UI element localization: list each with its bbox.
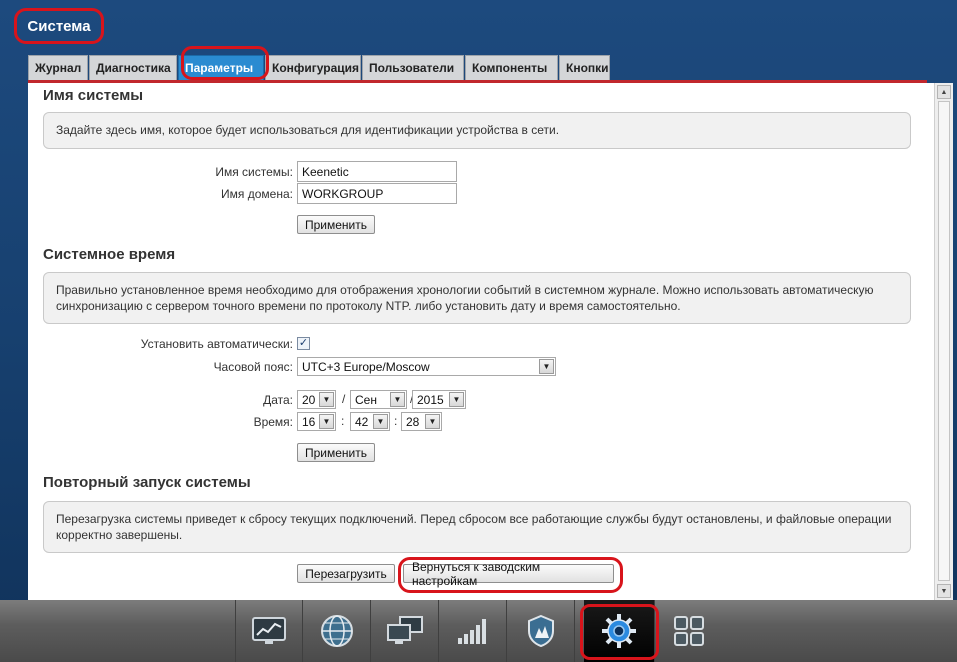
- tab-buttons[interactable]: Кнопки: [559, 55, 610, 80]
- apply-name-button[interactable]: Применить: [297, 215, 375, 234]
- time-separator: :: [341, 414, 345, 428]
- auto-time-checkbox[interactable]: ✓: [297, 337, 310, 350]
- nav-security[interactable]: [507, 600, 575, 662]
- year-select[interactable]: 2015 ▼: [412, 390, 466, 409]
- nav-system[interactable]: [584, 600, 655, 662]
- section-title-system-time: Системное время: [43, 246, 176, 263]
- tab-label: Диагностика: [96, 61, 171, 75]
- chevron-down-icon: ▼: [539, 359, 554, 374]
- tab-diagnostics[interactable]: Диагностика: [89, 55, 177, 80]
- scroll-down-arrow-icon[interactable]: ▼: [937, 584, 951, 598]
- page-title-text: Система: [27, 17, 91, 35]
- gear-icon: [602, 614, 636, 648]
- domain-name-label: Имя домена:: [221, 187, 293, 201]
- info-text: Перезагрузка системы приведет к сбросу т…: [56, 512, 892, 542]
- nav-monitor[interactable]: [235, 600, 303, 662]
- date-label: Дата:: [263, 393, 293, 407]
- month-value: Сен: [355, 392, 377, 407]
- nav-wifi[interactable]: [439, 600, 507, 662]
- chevron-down-icon: ▼: [390, 392, 405, 407]
- info-box-system-name: Задайте здесь имя, которое будет использ…: [43, 112, 911, 149]
- info-text: Правильно установленное время необходимо…: [56, 283, 874, 313]
- tab-parameters[interactable]: Параметры: [178, 55, 264, 80]
- info-box-restart: Перезагрузка системы приведет к сбросу т…: [43, 501, 911, 553]
- day-select[interactable]: 20 ▼: [297, 390, 336, 409]
- info-box-system-time: Правильно установленное время необходимо…: [43, 272, 911, 324]
- scrollbar-thumb[interactable]: [938, 101, 950, 581]
- tab-label: Конфигурация: [272, 61, 360, 75]
- second-select[interactable]: 28 ▼: [401, 412, 442, 431]
- network-computers-icon: [386, 616, 423, 644]
- tab-label: Кнопки: [566, 61, 609, 75]
- vertical-scrollbar[interactable]: ▲ ▼: [934, 83, 953, 600]
- nav-apps[interactable]: [655, 600, 723, 662]
- tab-configuration[interactable]: Конфигурация: [265, 55, 361, 80]
- auto-time-label: Установить автоматически:: [140, 337, 293, 351]
- day-value: 20: [302, 392, 316, 407]
- nav-home-network[interactable]: [371, 600, 439, 662]
- hour-value: 16: [302, 414, 316, 429]
- chevron-down-icon: ▼: [319, 392, 334, 407]
- tab-bar: Журнал Диагностика Параметры Конфигураци…: [28, 55, 611, 80]
- month-select[interactable]: Сен ▼: [350, 390, 407, 409]
- section-title-system-name: Имя системы: [43, 87, 144, 104]
- second-value: 28: [406, 414, 420, 429]
- settings-panel: Имя системы Задайте здесь имя, которое б…: [28, 83, 934, 600]
- domain-name-input[interactable]: [297, 183, 457, 204]
- nav-internet[interactable]: [303, 600, 371, 662]
- section-title-restart: Повторный запуск системы: [43, 474, 251, 491]
- minute-select[interactable]: 42 ▼: [350, 412, 390, 431]
- tab-label: Пользователи: [369, 61, 455, 75]
- shield-icon: [527, 614, 554, 648]
- chevron-down-icon: ▼: [449, 392, 464, 407]
- signal-bars-icon: [457, 619, 486, 644]
- timezone-label: Часовой пояс:: [213, 360, 293, 374]
- chevron-down-icon: ▼: [425, 414, 440, 429]
- tab-label: Журнал: [35, 61, 82, 75]
- tab-label: Компоненты: [472, 61, 548, 75]
- system-name-input[interactable]: [297, 161, 457, 182]
- tab-journal[interactable]: Журнал: [28, 55, 88, 80]
- apply-time-button[interactable]: Применить: [297, 443, 375, 462]
- monitor-chart-icon: [252, 617, 286, 644]
- factory-reset-button[interactable]: Вернуться к заводским настройкам: [403, 560, 614, 588]
- system-name-label: Имя системы:: [215, 165, 293, 179]
- chevron-down-icon: ▼: [373, 414, 388, 429]
- tab-label: Параметры: [185, 61, 254, 75]
- globe-icon: [320, 615, 353, 647]
- info-text: Задайте здесь имя, которое будет использ…: [56, 123, 560, 137]
- tab-users[interactable]: Пользователи: [362, 55, 464, 80]
- timezone-select[interactable]: UTC+3 Europe/Moscow ▼: [297, 357, 556, 376]
- chevron-down-icon: ▼: [319, 414, 334, 429]
- apps-grid-icon: [674, 616, 704, 646]
- time-separator: :: [394, 414, 398, 428]
- reboot-button[interactable]: Перезагрузить: [297, 564, 395, 583]
- timezone-value: UTC+3 Europe/Moscow: [302, 359, 430, 374]
- year-value: 2015: [417, 392, 444, 407]
- date-separator: /: [342, 392, 346, 406]
- scroll-up-arrow-icon[interactable]: ▲: [937, 85, 951, 99]
- time-label: Время:: [253, 415, 293, 429]
- page-title: Система: [14, 8, 104, 44]
- tab-components[interactable]: Компоненты: [465, 55, 558, 80]
- minute-value: 42: [355, 414, 369, 429]
- hour-select[interactable]: 16 ▼: [297, 412, 336, 431]
